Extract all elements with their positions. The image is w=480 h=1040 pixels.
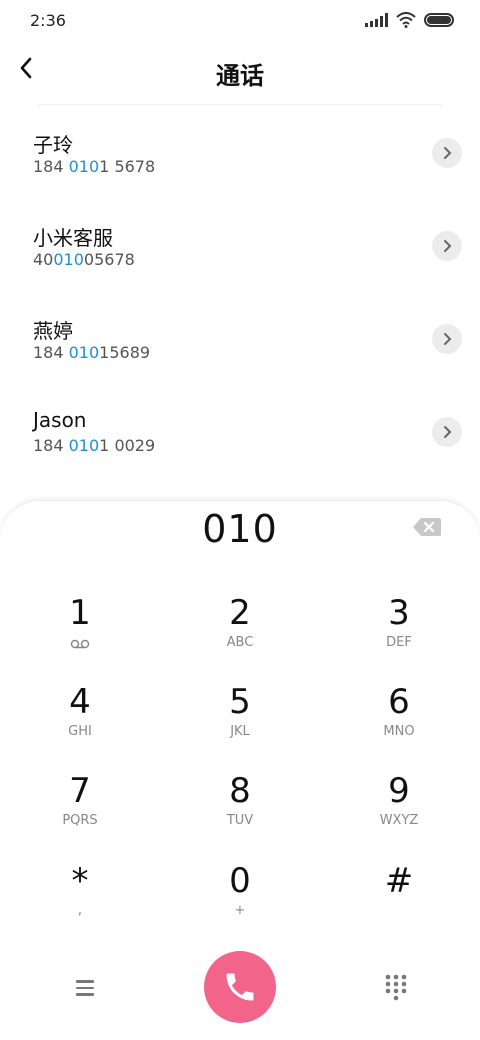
wifi-icon xyxy=(396,12,416,28)
key-digit: 2 xyxy=(229,593,251,633)
contact-row[interactable]: Jason 184 0101 0029 xyxy=(0,384,480,477)
contact-row[interactable]: 子玲 184 0101 5678 xyxy=(0,105,480,198)
contact-detail-button[interactable] xyxy=(432,417,462,447)
key-letters: DEF xyxy=(386,635,412,650)
contact-name: 子玲 xyxy=(33,133,73,157)
status-time: 2:36 xyxy=(30,11,66,30)
key-digit: 6 xyxy=(388,682,410,722)
key-letters: , xyxy=(77,903,83,918)
key-digit: # xyxy=(384,861,414,901)
key-digit: 3 xyxy=(388,593,410,633)
key-digit: 8 xyxy=(229,771,251,811)
key-2[interactable]: 2 ABC xyxy=(180,593,300,673)
contact-list: 子玲 184 0101 5678 小米客服 4001005678 燕婷 184 … xyxy=(0,105,480,477)
contact-number: 184 0101 0029 xyxy=(33,436,156,455)
key-digit: 9 xyxy=(388,771,410,811)
key-letters: MNO xyxy=(383,724,415,739)
contact-detail-button[interactable] xyxy=(432,324,462,354)
call-button[interactable] xyxy=(204,951,276,1023)
key-letters: GHI xyxy=(68,724,92,739)
key-digit: 7 xyxy=(69,771,91,811)
chevron-right-icon xyxy=(444,240,452,252)
contact-number: 184 0101 5678 xyxy=(33,157,156,176)
key-7[interactable]: 7 PQRS xyxy=(20,771,140,851)
number-match: 010 xyxy=(68,436,100,455)
signal-icon xyxy=(365,13,388,27)
key-digit: * xyxy=(71,861,89,901)
key-digit: 0 xyxy=(229,861,251,901)
key-digit: 5 xyxy=(229,682,251,722)
menu-icon xyxy=(76,980,94,983)
chevron-right-icon xyxy=(444,426,452,438)
contact-detail-button[interactable] xyxy=(432,231,462,261)
key-letters: JKL xyxy=(230,724,250,739)
menu-button[interactable] xyxy=(70,973,100,1003)
dialer-bottom-bar xyxy=(0,951,480,1031)
key-letters: + xyxy=(234,903,246,918)
key-digit: 4 xyxy=(69,682,91,722)
key-3[interactable]: 3 DEF xyxy=(339,593,459,673)
chevron-right-icon xyxy=(444,147,452,159)
dialpad-toggle-icon[interactable] xyxy=(384,973,408,1003)
contact-name: 小米客服 xyxy=(33,226,113,250)
backspace-icon xyxy=(413,518,441,536)
key-letters: TUV xyxy=(226,813,254,828)
key-6[interactable]: 6 MNO xyxy=(339,682,459,762)
key-4[interactable]: 4 GHI xyxy=(20,682,140,762)
contact-number: 184 01015689 xyxy=(33,343,151,362)
phone-icon xyxy=(226,973,254,1001)
number-match: 010 xyxy=(68,157,100,176)
key-9[interactable]: 9 WXYZ xyxy=(339,771,459,851)
status-bar: 2:36 xyxy=(0,0,480,42)
dial-panel: 010 1 2 ABC 3 DEF 4 GHI 5 JKL 6 MNO 7 PQ… xyxy=(0,500,480,1040)
backspace-button[interactable] xyxy=(412,517,442,537)
battery-icon xyxy=(424,13,454,27)
contact-row[interactable]: 小米客服 4001005678 xyxy=(0,198,480,291)
key-letters: WXYZ xyxy=(379,813,419,828)
key-letters: PQRS xyxy=(62,813,98,828)
page-title: 通话 xyxy=(216,62,264,90)
key-5[interactable]: 5 JKL xyxy=(180,682,300,762)
key-hash[interactable]: # xyxy=(339,861,459,941)
key-digit: 1 xyxy=(69,593,91,633)
number-match: 010 xyxy=(68,343,100,362)
key-star[interactable]: * , xyxy=(20,861,140,941)
contact-name: Jason xyxy=(33,408,87,432)
number-match: 010 xyxy=(53,250,84,269)
header: 通话 xyxy=(0,42,480,104)
voicemail-icon xyxy=(70,639,90,649)
contact-detail-button[interactable] xyxy=(432,138,462,168)
key-8[interactable]: 8 TUV xyxy=(180,771,300,851)
status-icons xyxy=(365,12,454,28)
key-1[interactable]: 1 xyxy=(20,593,140,673)
key-letters: ABC xyxy=(226,635,254,650)
chevron-right-icon xyxy=(444,333,452,345)
dialed-number: 010 xyxy=(202,507,278,551)
contact-row[interactable]: 燕婷 184 01015689 xyxy=(0,291,480,384)
contact-number: 4001005678 xyxy=(33,250,135,269)
key-0[interactable]: 0 + xyxy=(180,861,300,941)
contact-name: 燕婷 xyxy=(33,319,73,343)
